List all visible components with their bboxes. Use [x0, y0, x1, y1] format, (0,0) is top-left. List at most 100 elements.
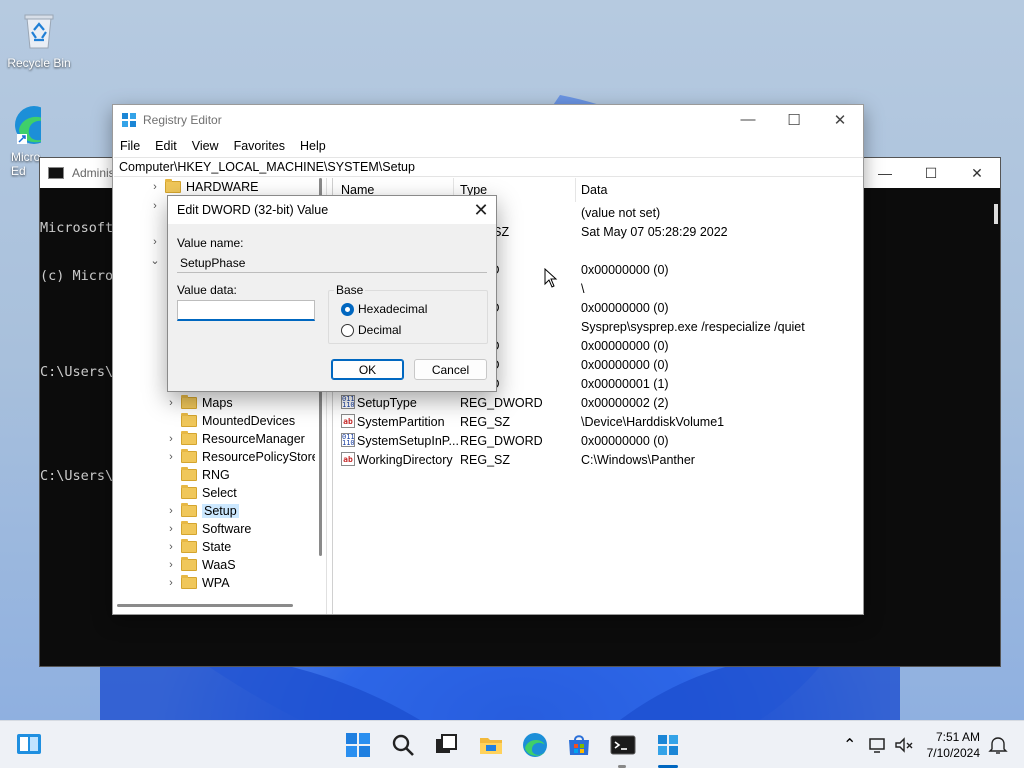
cmd-scrollbar[interactable] [990, 188, 1000, 666]
value-row[interactable]: 011 110 SetupType REG_DWORD 0x00000002 (2) [333, 394, 863, 413]
column-header-data[interactable]: Data [581, 183, 607, 197]
menu-file[interactable]: File [120, 139, 140, 153]
minimize-icon[interactable]: — [725, 111, 771, 129]
chevron-right-icon[interactable]: › [149, 236, 161, 248]
close-icon[interactable]: ✕ [817, 111, 863, 129]
clock-time: 7:51 AM [935, 730, 980, 744]
folder-icon [181, 539, 197, 553]
registry-editor-icon[interactable] [655, 732, 681, 758]
volume-muted-icon[interactable] [894, 735, 914, 755]
folder-icon [181, 575, 197, 589]
tree-item-state[interactable]: › State [165, 538, 231, 556]
value-row[interactable]: ab SystemPartition REG_SZ \Device\HarddiskV… [333, 413, 863, 432]
tree-item-maps[interactable]: › Maps [165, 394, 233, 412]
maximize-icon[interactable]: ☐ [771, 111, 817, 129]
value-name-label: Value name: [177, 236, 244, 250]
clock-date: 7/10/2024 [926, 746, 980, 760]
tree-item-software[interactable]: › Software [165, 520, 251, 538]
radio-unselected-icon [341, 323, 354, 337]
search-icon[interactable] [390, 732, 416, 758]
tree-item-hardware[interactable]: › HARDWARE [149, 178, 258, 196]
tree-item-rng[interactable]: RNG [165, 466, 230, 484]
edge-icon[interactable] [522, 732, 548, 758]
notification-icon[interactable] [988, 735, 1008, 755]
value-data: 0x00000001 (1) [581, 377, 669, 391]
value-type: REG_DWORD [460, 434, 543, 448]
string-value-icon: ab [341, 452, 355, 466]
value-name: WorkingDirectory [357, 453, 453, 467]
desktop-icon-edge[interactable]: Micro Ed [1, 104, 41, 178]
menu-help[interactable]: Help [300, 139, 326, 153]
regedit-titlebar[interactable]: Registry Editor — ☐ ✕ [113, 105, 863, 135]
chevron-right-icon[interactable]: › [165, 433, 177, 445]
desktop-icon-label: Recycle Bin [7, 56, 71, 70]
menu-view[interactable]: View [192, 139, 219, 153]
tree-item-resourcepolicystore[interactable]: › ResourcePolicyStore [165, 448, 319, 466]
tree-item[interactable]: ⌄ [149, 251, 165, 269]
value-row[interactable]: 011 110 SystemSetupInP... REG_DWORD 0x00000… [333, 432, 863, 451]
tree-item-resourcemanager[interactable]: › ResourceManager [165, 430, 305, 448]
tree-item-waas[interactable]: › WaaS [165, 556, 236, 574]
string-value-icon: ab [341, 414, 355, 428]
menu-favorites[interactable]: Favorites [234, 139, 285, 153]
folder-icon [181, 503, 197, 517]
clock[interactable]: 7:51 AM 7/10/2024 [922, 729, 980, 761]
radio-selected-icon [341, 302, 354, 316]
chevron-right-icon[interactable]: › [165, 397, 177, 409]
terminal-icon[interactable] [610, 732, 636, 758]
value-row[interactable]: ab WorkingDirectory REG_SZ C:\Windows\Panth… [333, 451, 863, 470]
radio-hexadecimal[interactable]: Hexadecimal [341, 302, 427, 316]
chevron-right-icon[interactable]: › [165, 523, 177, 535]
folder-icon [181, 467, 197, 481]
address-bar[interactable]: Computer\HKEY_LOCAL_MACHINE\SYSTEM\Setup [114, 157, 863, 177]
dialog-titlebar[interactable]: Edit DWORD (32-bit) Value ✕ [168, 196, 496, 224]
value-data: \Device\HarddiskVolume1 [581, 415, 725, 429]
tree-item-mounteddevices[interactable]: MountedDevices [165, 412, 295, 430]
tree-item-setup[interactable]: › Setup [165, 502, 239, 520]
widgets-icon[interactable] [16, 732, 42, 758]
task-view-icon[interactable] [433, 732, 459, 758]
edit-dword-dialog[interactable]: Edit DWORD (32-bit) Value ✕ Value name: … [167, 195, 497, 392]
registry-editor-icon [121, 112, 137, 128]
chevron-right-icon[interactable]: › [165, 559, 177, 571]
tree-item[interactable]: › [149, 233, 165, 251]
edge-icon [13, 104, 41, 146]
tree-item-select[interactable]: Select [165, 484, 237, 502]
folder-icon [181, 485, 197, 499]
value-type: REG_SZ [460, 453, 511, 467]
close-icon[interactable]: ✕ [954, 165, 1000, 182]
chevron-right-icon[interactable]: › [165, 505, 177, 517]
taskbar: ⌃ 7:51 AM 7/10/2024 [0, 720, 1024, 768]
value-data-input[interactable] [177, 300, 315, 321]
value-data: 0x00000000 (0) [581, 263, 669, 277]
maximize-icon[interactable]: ☐ [908, 165, 954, 182]
chevron-right-icon[interactable]: › [149, 200, 161, 212]
chevron-down-icon[interactable]: ⌄ [149, 254, 161, 267]
cancel-button[interactable]: Cancel [414, 359, 487, 380]
value-data: (value not set) [581, 206, 661, 220]
menu-edit[interactable]: Edit [155, 139, 177, 153]
chevron-right-icon[interactable]: › [165, 577, 177, 589]
value-type: REG_DWORD [460, 396, 543, 410]
network-icon[interactable] [868, 735, 888, 755]
tree-horizontal-scrollbar[interactable] [117, 604, 293, 607]
file-explorer-icon[interactable] [478, 732, 504, 758]
start-icon[interactable] [345, 732, 371, 758]
chevron-right-icon[interactable]: › [165, 451, 177, 463]
chevron-right-icon[interactable]: › [149, 181, 161, 193]
value-name: SystemPartition [357, 415, 445, 429]
chevron-up-icon[interactable]: ⌃ [843, 735, 856, 755]
close-icon[interactable]: ✕ [466, 200, 496, 221]
value-data: \ [581, 282, 585, 296]
chevron-right-icon[interactable]: › [165, 541, 177, 553]
tree-item[interactable]: › [149, 197, 165, 215]
desktop-icon-recycle-bin[interactable]: Recycle Bin [1, 10, 77, 70]
microsoft-store-icon[interactable] [566, 732, 592, 758]
radio-decimal[interactable]: Decimal [341, 323, 401, 337]
value-data: C:\Windows\Panther [581, 453, 695, 467]
value-name-field[interactable]: SetupPhase [177, 253, 487, 273]
minimize-icon[interactable]: — [862, 165, 908, 182]
folder-icon [181, 521, 197, 535]
tree-item-wpa[interactable]: › WPA [165, 574, 230, 592]
ok-button[interactable]: OK [331, 359, 404, 380]
